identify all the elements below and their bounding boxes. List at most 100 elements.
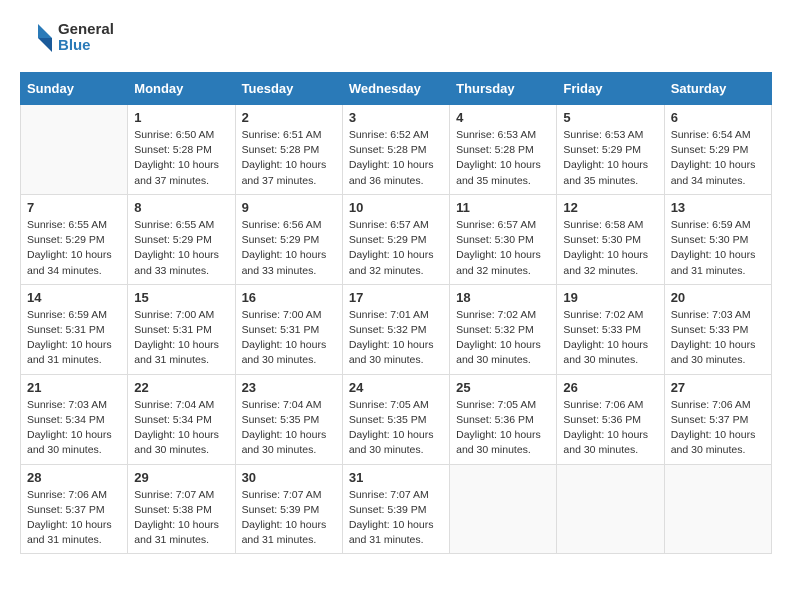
calendar-cell: 2 Sunrise: 6:51 AMSunset: 5:28 PMDaylight… <box>235 105 342 195</box>
calendar-cell: 26Sunrise: 7:06 AMSunset: 5:36 PMDayligh… <box>557 374 664 464</box>
day-number: 10 <box>349 200 443 215</box>
calendar-cell: 5Sunrise: 6:53 AMSunset: 5:29 PMDaylight… <box>557 105 664 195</box>
day-info: Sunrise: 6:53 AMSunset: 5:28 PMDaylight:… <box>456 128 550 189</box>
day-number: 24 <box>349 380 443 395</box>
calendar-cell: 4 Sunrise: 6:53 AMSunset: 5:28 PMDaylight… <box>450 105 557 195</box>
calendar-cell: 7Sunrise: 6:55 AMSunset: 5:29 PMDaylight… <box>21 194 128 284</box>
calendar-cell: 20 Sunrise: 7:03 AMSunset: 5:33 PMDayligh… <box>664 284 771 374</box>
day-number: 3 <box>349 110 443 125</box>
day-info: Sunrise: 7:00 AMSunset: 5:31 PMDaylight:… <box>242 308 336 369</box>
day-info: Sunrise: 7:07 AMSunset: 5:39 PMDaylight:… <box>242 488 336 549</box>
day-info: Sunrise: 6:50 AMSunset: 5:28 PMDaylight:… <box>134 128 228 189</box>
page-header: General Blue <box>20 20 772 56</box>
calendar-cell: 31 Sunrise: 7:07 AMSunset: 5:39 PMDayligh… <box>342 464 449 554</box>
calendar-cell: 8Sunrise: 6:55 AMSunset: 5:29 PMDaylight… <box>128 194 235 284</box>
day-number: 16 <box>242 290 336 305</box>
day-of-week-header: Friday <box>557 73 664 105</box>
calendar-table: SundayMondayTuesdayWednesdayThursdayFrid… <box>20 72 772 554</box>
calendar-cell: 15 Sunrise: 7:00 AMSunset: 5:31 PMDayligh… <box>128 284 235 374</box>
day-number: 21 <box>27 380 121 395</box>
day-info: Sunrise: 7:06 AMSunset: 5:37 PMDaylight:… <box>671 398 765 459</box>
day-info: Sunrise: 6:59 AMSunset: 5:31 PMDaylight:… <box>27 308 121 369</box>
calendar-cell: 25 Sunrise: 7:05 AMSunset: 5:36 PMDayligh… <box>450 374 557 464</box>
logo-container: General Blue <box>20 20 114 56</box>
calendar-cell: 24 Sunrise: 7:05 AMSunset: 5:35 PMDayligh… <box>342 374 449 464</box>
day-of-week-header: Monday <box>128 73 235 105</box>
calendar-cell: 16 Sunrise: 7:00 AMSunset: 5:31 PMDayligh… <box>235 284 342 374</box>
day-number: 4 <box>456 110 550 125</box>
day-info: Sunrise: 7:02 AMSunset: 5:32 PMDaylight:… <box>456 308 550 369</box>
day-number: 2 <box>242 110 336 125</box>
day-info: Sunrise: 7:00 AMSunset: 5:31 PMDaylight:… <box>134 308 228 369</box>
calendar-cell: 21 Sunrise: 7:03 AMSunset: 5:34 PMDayligh… <box>21 374 128 464</box>
calendar-cell: 17 Sunrise: 7:01 AMSunset: 5:32 PMDayligh… <box>342 284 449 374</box>
day-of-week-header: Sunday <box>21 73 128 105</box>
calendar-cell: 30 Sunrise: 7:07 AMSunset: 5:39 PMDayligh… <box>235 464 342 554</box>
day-number: 5 <box>563 110 657 125</box>
day-info: Sunrise: 7:03 AMSunset: 5:33 PMDaylight:… <box>671 308 765 369</box>
calendar-cell <box>664 464 771 554</box>
day-number: 1 <box>134 110 228 125</box>
calendar-cell <box>450 464 557 554</box>
day-of-week-header: Wednesday <box>342 73 449 105</box>
day-info: Sunrise: 6:59 AMSunset: 5:30 PMDaylight:… <box>671 218 765 279</box>
day-info: Sunrise: 7:04 AMSunset: 5:34 PMDaylight:… <box>134 398 228 459</box>
day-info: Sunrise: 6:58 AMSunset: 5:30 PMDaylight:… <box>563 218 657 279</box>
day-info: Sunrise: 7:01 AMSunset: 5:32 PMDaylight:… <box>349 308 443 369</box>
day-info: Sunrise: 7:06 AMSunset: 5:37 PMDaylight:… <box>27 488 121 549</box>
calendar-week-row: 21 Sunrise: 7:03 AMSunset: 5:34 PMDayligh… <box>21 374 772 464</box>
calendar-week-row: 1 Sunrise: 6:50 AMSunset: 5:28 PMDaylight… <box>21 105 772 195</box>
day-number: 31 <box>349 470 443 485</box>
calendar-cell <box>21 105 128 195</box>
day-number: 8 <box>134 200 228 215</box>
day-info: Sunrise: 6:57 AMSunset: 5:29 PMDaylight:… <box>349 218 443 279</box>
day-number: 20 <box>671 290 765 305</box>
calendar-cell: 28 Sunrise: 7:06 AMSunset: 5:37 PMDayligh… <box>21 464 128 554</box>
calendar-cell: 23Sunrise: 7:04 AMSunset: 5:35 PMDayligh… <box>235 374 342 464</box>
calendar-cell: 19 Sunrise: 7:02 AMSunset: 5:33 PMDayligh… <box>557 284 664 374</box>
day-number: 15 <box>134 290 228 305</box>
day-number: 11 <box>456 200 550 215</box>
day-number: 25 <box>456 380 550 395</box>
day-info: Sunrise: 7:07 AMSunset: 5:39 PMDaylight:… <box>349 488 443 549</box>
calendar-cell: 22 Sunrise: 7:04 AMSunset: 5:34 PMDayligh… <box>128 374 235 464</box>
day-info: Sunrise: 7:05 AMSunset: 5:36 PMDaylight:… <box>456 398 550 459</box>
calendar-cell: 18 Sunrise: 7:02 AMSunset: 5:32 PMDayligh… <box>450 284 557 374</box>
day-info: Sunrise: 7:05 AMSunset: 5:35 PMDaylight:… <box>349 398 443 459</box>
day-number: 29 <box>134 470 228 485</box>
day-number: 14 <box>27 290 121 305</box>
day-info: Sunrise: 6:51 AMSunset: 5:28 PMDaylight:… <box>242 128 336 189</box>
day-number: 12 <box>563 200 657 215</box>
day-of-week-header: Thursday <box>450 73 557 105</box>
calendar-cell: 14 Sunrise: 6:59 AMSunset: 5:31 PMDayligh… <box>21 284 128 374</box>
calendar-cell: 3Sunrise: 6:52 AMSunset: 5:28 PMDaylight… <box>342 105 449 195</box>
calendar-week-row: 14 Sunrise: 6:59 AMSunset: 5:31 PMDayligh… <box>21 284 772 374</box>
day-info: Sunrise: 6:55 AMSunset: 5:29 PMDaylight:… <box>27 218 121 279</box>
day-info: Sunrise: 6:57 AMSunset: 5:30 PMDaylight:… <box>456 218 550 279</box>
day-number: 9 <box>242 200 336 215</box>
day-info: Sunrise: 6:56 AMSunset: 5:29 PMDaylight:… <box>242 218 336 279</box>
day-number: 27 <box>671 380 765 395</box>
logo: General Blue <box>20 20 114 56</box>
logo-svg <box>20 20 56 56</box>
day-number: 22 <box>134 380 228 395</box>
day-number: 30 <box>242 470 336 485</box>
day-info: Sunrise: 6:54 AMSunset: 5:29 PMDaylight:… <box>671 128 765 189</box>
calendar-cell <box>557 464 664 554</box>
calendar-cell: 9 Sunrise: 6:56 AMSunset: 5:29 PMDaylight… <box>235 194 342 284</box>
calendar-week-row: 28 Sunrise: 7:06 AMSunset: 5:37 PMDayligh… <box>21 464 772 554</box>
day-number: 17 <box>349 290 443 305</box>
calendar-cell: 13 Sunrise: 6:59 AMSunset: 5:30 PMDayligh… <box>664 194 771 284</box>
day-info: Sunrise: 7:04 AMSunset: 5:35 PMDaylight:… <box>242 398 336 459</box>
calendar-cell: 6Sunrise: 6:54 AMSunset: 5:29 PMDaylight… <box>664 105 771 195</box>
day-info: Sunrise: 7:03 AMSunset: 5:34 PMDaylight:… <box>27 398 121 459</box>
calendar-cell: 11 Sunrise: 6:57 AMSunset: 5:30 PMDayligh… <box>450 194 557 284</box>
day-number: 13 <box>671 200 765 215</box>
day-number: 28 <box>27 470 121 485</box>
day-info: Sunrise: 7:02 AMSunset: 5:33 PMDaylight:… <box>563 308 657 369</box>
calendar-header-row: SundayMondayTuesdayWednesdayThursdayFrid… <box>21 73 772 105</box>
calendar-cell: 12 Sunrise: 6:58 AMSunset: 5:30 PMDayligh… <box>557 194 664 284</box>
day-number: 18 <box>456 290 550 305</box>
day-number: 19 <box>563 290 657 305</box>
day-info: Sunrise: 7:07 AMSunset: 5:38 PMDaylight:… <box>134 488 228 549</box>
